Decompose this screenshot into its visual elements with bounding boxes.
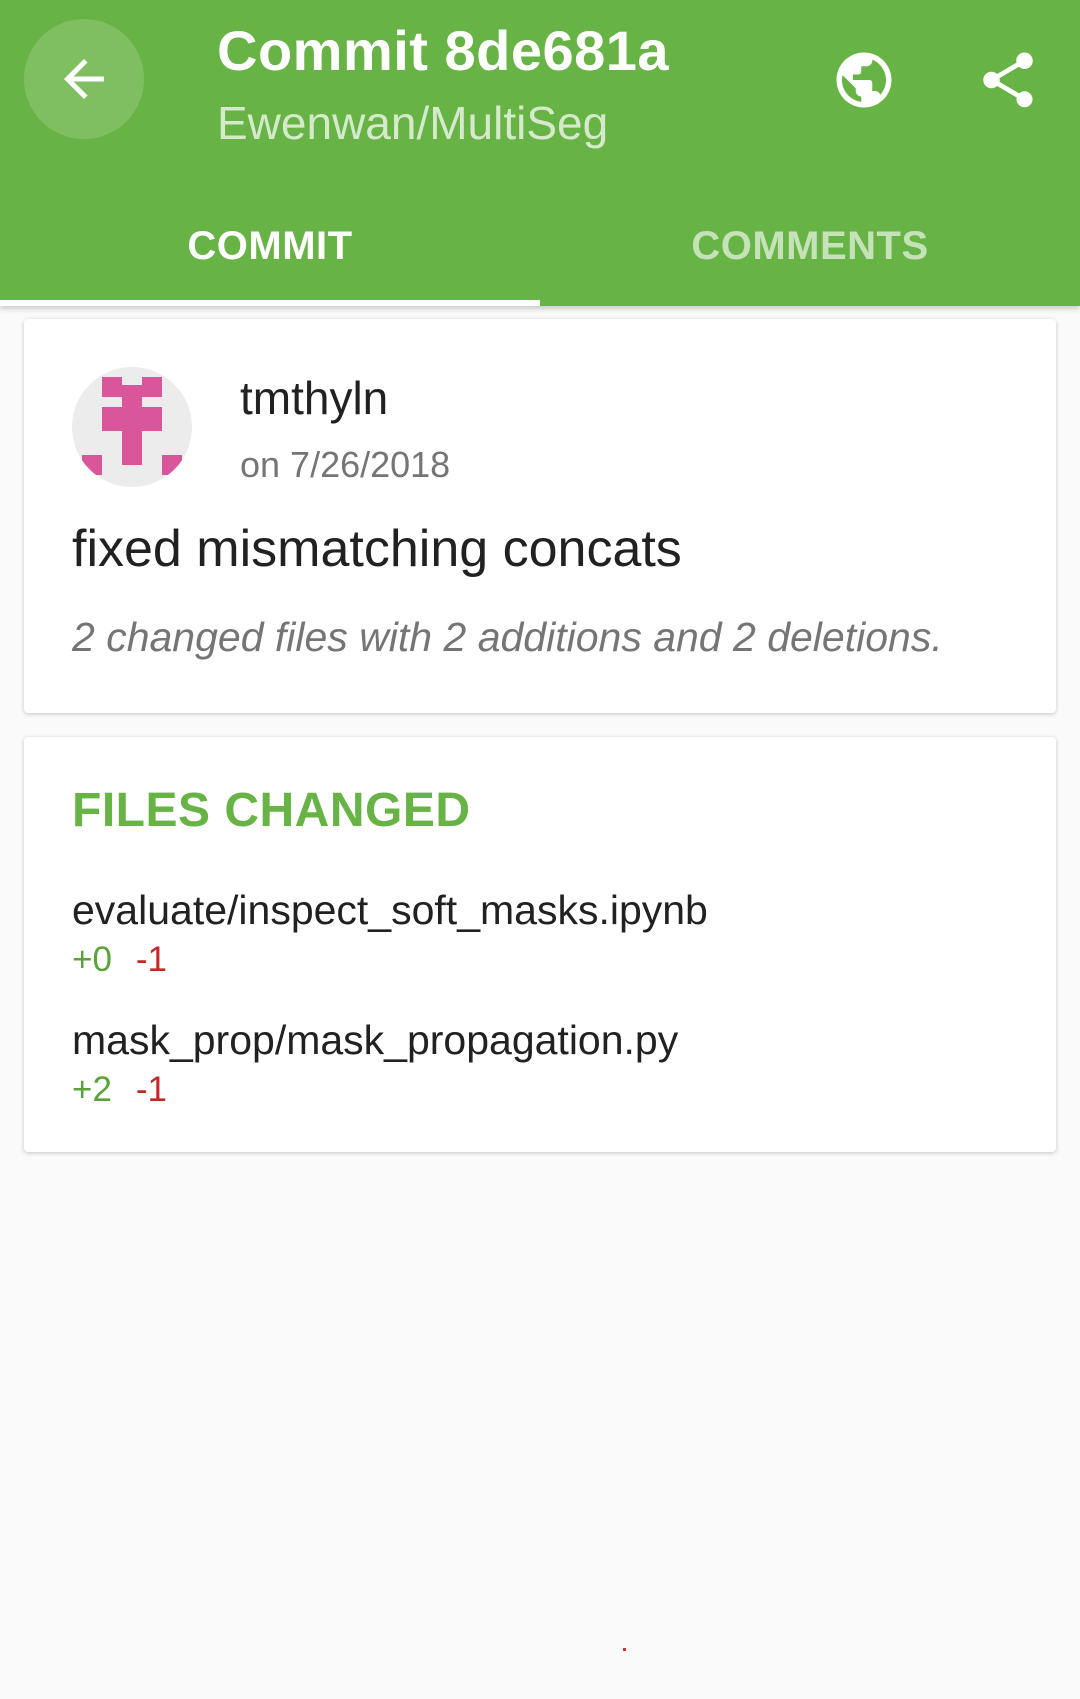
avatar[interactable]: [72, 367, 192, 487]
commit-summary: 2 changed files with 2 additions and 2 d…: [72, 614, 943, 660]
file-name: evaluate/inspect_soft_masks.ipynb: [72, 887, 708, 933]
file-item[interactable]: evaluate/inspect_soft_masks.ipynb +0 -1: [72, 887, 1008, 980]
tab-comments[interactable]: COMMENTS: [540, 186, 1080, 306]
identicon-avatar-icon: [82, 377, 182, 475]
file-additions: +2: [72, 1070, 112, 1109]
file-stats: +0 -1: [72, 940, 1008, 980]
commit-message: fixed mismatching concats: [72, 520, 682, 578]
file-additions: +0: [72, 940, 112, 979]
file-deletions: -1: [135, 940, 168, 979]
app-bar: Commit 8de681a Ewenwan/MultiSeg COMMIT C…: [0, 0, 1080, 306]
file-name: mask_prop/mask_propagation.py: [72, 1017, 679, 1063]
decorative-dot: [623, 1648, 626, 1651]
arrow-back-icon: [64, 59, 104, 99]
files-changed-header: FILES CHANGED: [72, 784, 471, 837]
repo-name[interactable]: Ewenwan/MultiSeg: [217, 96, 608, 150]
tab-bar: COMMIT COMMENTS: [0, 186, 1080, 306]
tab-commit[interactable]: COMMIT: [0, 186, 540, 306]
share-button[interactable]: [968, 40, 1048, 120]
page-title: Commit 8de681a: [217, 19, 670, 82]
commit-author[interactable]: tmthyln: [240, 371, 388, 425]
file-item[interactable]: mask_prop/mask_propagation.py +2 -1: [72, 1017, 1008, 1110]
open-in-browser-button[interactable]: [824, 40, 904, 120]
file-deletions: -1: [135, 1070, 168, 1109]
globe-icon: [836, 52, 892, 108]
share-icon: [983, 52, 1033, 108]
commit-date: on 7/26/2018: [240, 444, 451, 485]
back-button[interactable]: [24, 19, 144, 139]
file-stats: +2 -1: [72, 1070, 1008, 1110]
files-changed-card: FILES CHANGED evaluate/inspect_soft_mask…: [24, 737, 1056, 1152]
commit-card: tmthyln on 7/26/2018 fixed mismatching c…: [24, 319, 1056, 713]
